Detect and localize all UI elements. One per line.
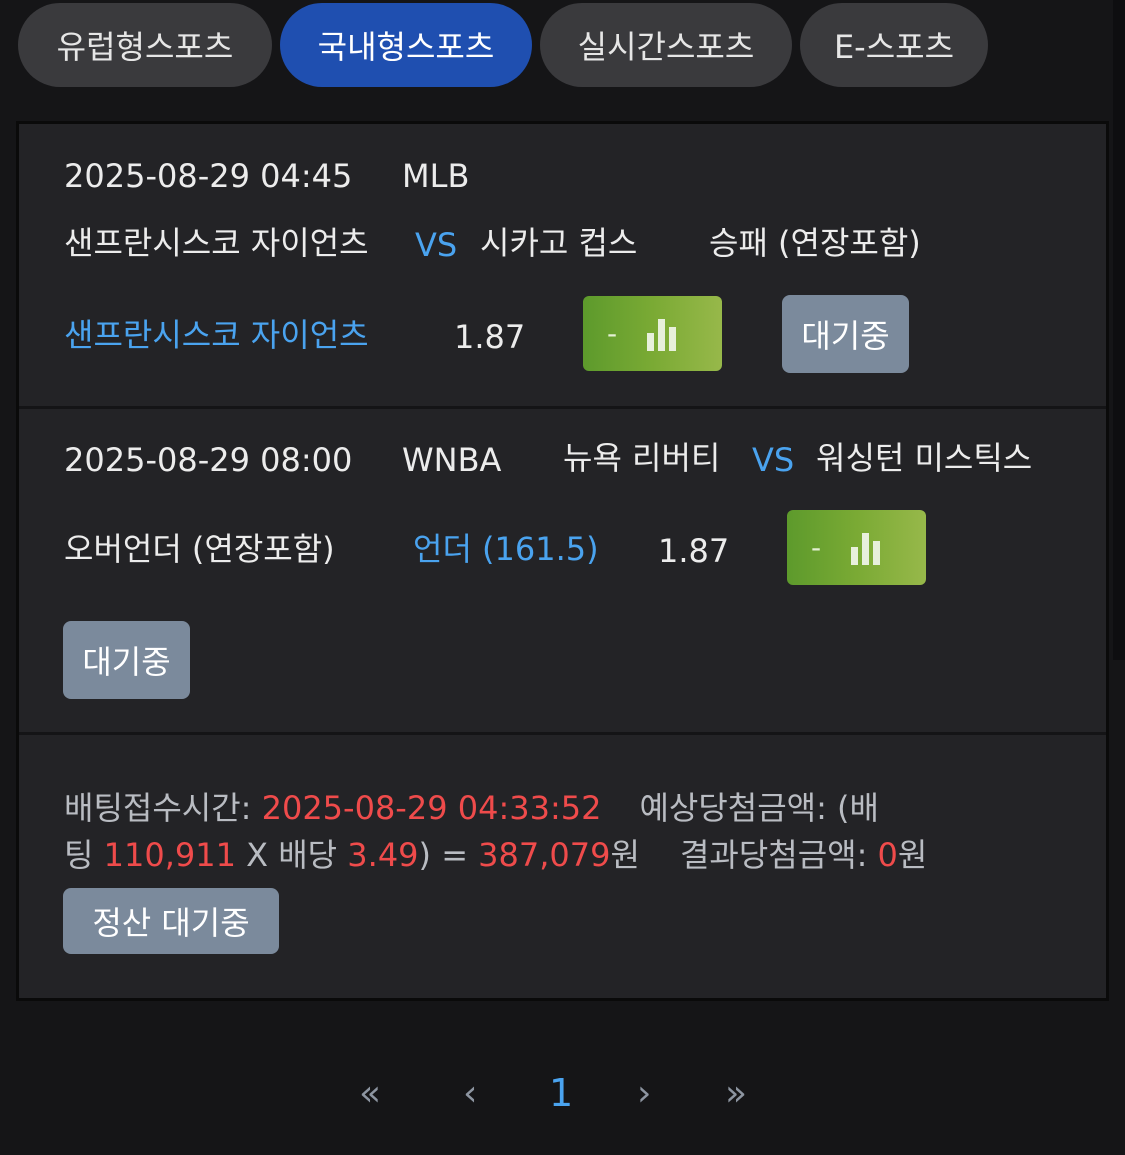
page-1[interactable]: 1 (549, 1071, 637, 1115)
status-button[interactable]: 대기중 (63, 621, 190, 699)
bet-market: 승패 (연장포함) (709, 224, 921, 262)
bar-chart-icon (851, 531, 880, 565)
bet-datetime: 2025-08-29 04:45 (64, 157, 353, 195)
summary-line-1: 배팅접수시간: 2025-08-29 04:33:52 예상당첨금액: (배 (64, 789, 879, 827)
currency-unit: 원 (610, 836, 640, 874)
bet-home-team: 샌프란시스코 자이언츠 (64, 224, 369, 262)
bet-market: 오버언더 (연장포함) (64, 530, 335, 568)
result-mark: - (811, 531, 822, 564)
bet-away-team: 시카고 컵스 (480, 224, 638, 262)
odds-multiply-label: X 배당 (235, 836, 348, 874)
settle-pending-button[interactable]: 정산 대기중 (63, 888, 279, 954)
summary-line-2: 팅 110,911 X 배당 3.49) = 387,079원 결과당첨금액: 0… (64, 836, 927, 874)
first-page-icon[interactable]: « (359, 1073, 463, 1114)
tab-e-sports[interactable]: E-스포츠 (800, 3, 988, 87)
tab-domestic-sports[interactable]: 국내형스포츠 (280, 3, 532, 87)
bet-odds: 1.87 (454, 318, 526, 356)
expected-label: 예상당첨금액: (배 (639, 789, 879, 827)
equals-label: ) = (418, 836, 479, 874)
divider (19, 406, 1106, 409)
bet-league: WNBA (402, 441, 502, 479)
sport-tabs: 유럽형스포츠 국내형스포츠 실시간스포츠 E-스포츠 (18, 3, 988, 87)
stats-button[interactable]: - (787, 510, 926, 585)
bet-pick: 언더 (161.5) (413, 530, 599, 568)
tab-live-sports[interactable]: 실시간스포츠 (540, 3, 792, 87)
prev-page-icon[interactable]: ‹ (463, 1073, 549, 1114)
total-odds: 3.49 (347, 836, 419, 874)
bet-home-team: 뉴욕 리버티 (563, 439, 721, 477)
pagination: « ‹ 1 › » (359, 1068, 765, 1118)
expected-amount: 387,079 (478, 836, 611, 874)
bet-time-label: 배팅접수시간: (64, 789, 262, 827)
last-page-icon[interactable]: » (725, 1073, 765, 1114)
tab-european-sports[interactable]: 유럽형스포츠 (18, 3, 272, 87)
bet-vs-label: VS (752, 441, 795, 479)
bet-time-value: 2025-08-29 04:33:52 (261, 789, 602, 827)
bet-league: MLB (402, 157, 470, 195)
divider (19, 732, 1106, 735)
bet-away-team: 워싱턴 미스틱스 (816, 439, 1033, 477)
result-amount: 0 (877, 836, 898, 874)
bet-vs-label: VS (415, 226, 458, 264)
stats-button[interactable]: - (583, 296, 722, 371)
bet-datetime: 2025-08-29 08:00 (64, 441, 353, 479)
currency-unit: 원 (897, 836, 928, 874)
result-mark: - (607, 317, 618, 350)
bet-slip-card: 2025-08-29 04:45 MLB 샌프란시스코 자이언츠 VS 시카고 … (16, 121, 1109, 1001)
bar-chart-icon (647, 317, 676, 351)
stake-amount: 110,911 (103, 836, 236, 874)
scrollbar-track (1113, 0, 1125, 660)
expected-label-cont: 팅 (64, 836, 104, 874)
bet-odds: 1.87 (658, 532, 730, 570)
status-button[interactable]: 대기중 (782, 295, 909, 373)
result-label: 결과당첨금액: (679, 836, 878, 874)
next-page-icon[interactable]: › (637, 1073, 725, 1114)
bet-pick: 샌프란시스코 자이언츠 (64, 316, 369, 354)
